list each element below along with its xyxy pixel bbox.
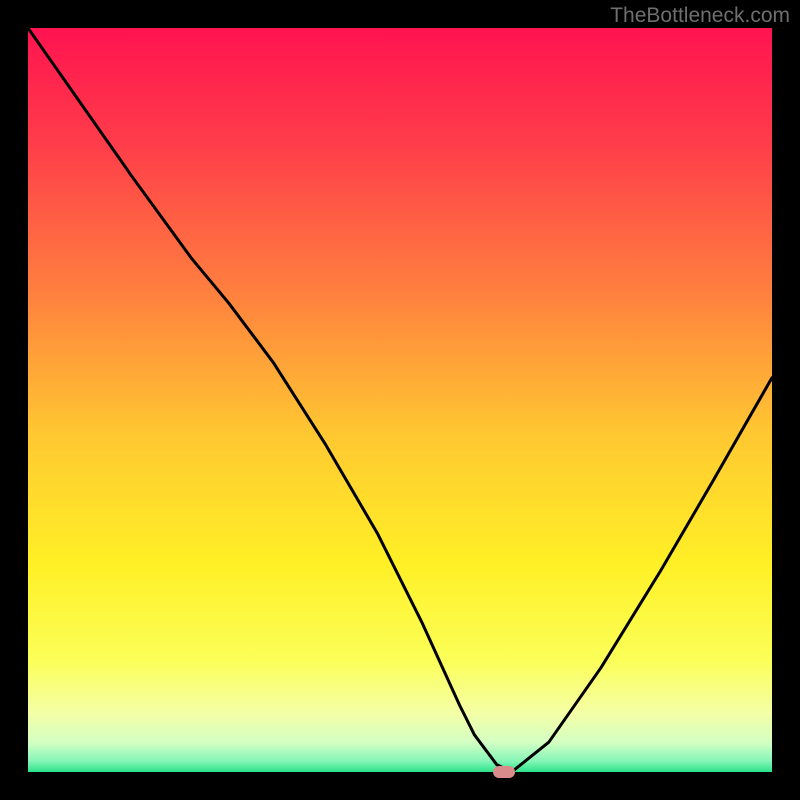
plot-area	[28, 28, 772, 772]
watermark-text: TheBottleneck.com	[610, 4, 790, 28]
curve-layer	[28, 28, 772, 772]
bottleneck-marker	[493, 766, 515, 778]
chart-frame: TheBottleneck.com	[0, 0, 800, 800]
bottleneck-curve	[28, 28, 772, 772]
